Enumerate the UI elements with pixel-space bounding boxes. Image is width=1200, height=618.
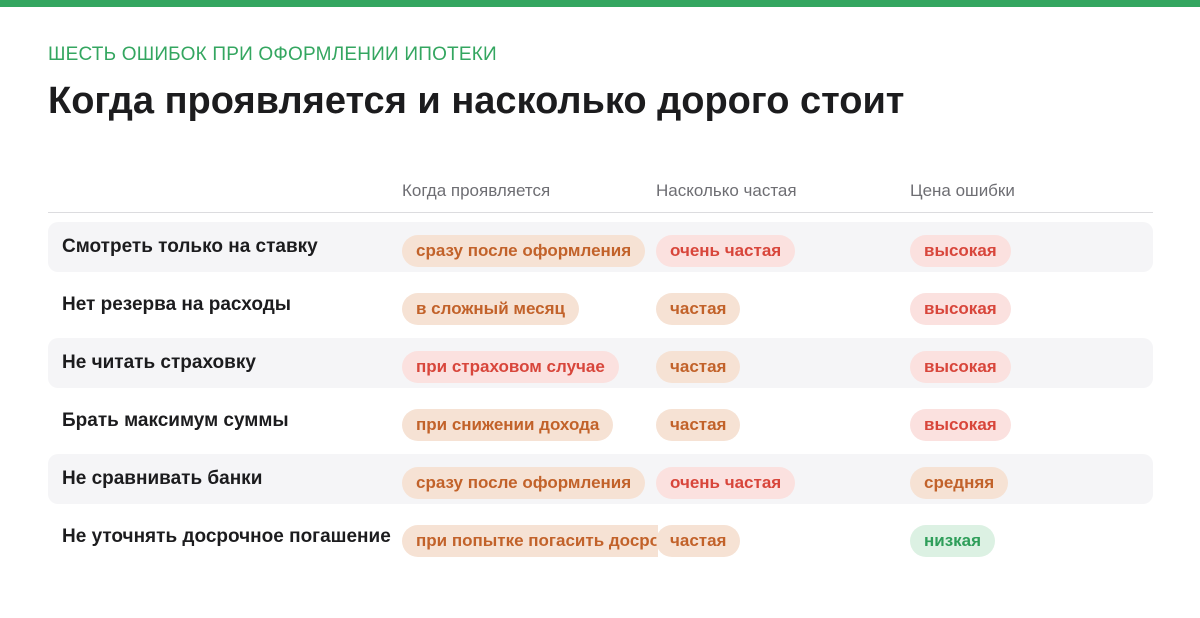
column-header-cost: Цена ошибки bbox=[910, 181, 1015, 200]
when-badge: сразу после оформления bbox=[402, 235, 646, 267]
header-divider bbox=[48, 212, 1153, 213]
page-title: Когда проявляется и насколько дорого сто… bbox=[48, 80, 905, 122]
frequency-badge: частая bbox=[656, 409, 741, 441]
when-badge: при страховом случае bbox=[402, 351, 619, 383]
cost-badge: высокая bbox=[910, 351, 1011, 383]
table-row: Не читать страховку при страховом случае… bbox=[48, 338, 1153, 388]
cost-badge: средняя bbox=[910, 467, 1009, 499]
table-row: Брать максимум суммы при снижении дохода… bbox=[48, 396, 1153, 446]
frequency-badge: очень частая bbox=[656, 235, 796, 267]
column-header-when: Когда проявляется bbox=[402, 181, 551, 200]
frequency-badge: очень частая bbox=[656, 467, 796, 499]
frequency-badge: частая bbox=[656, 525, 741, 557]
when-badge: при попытке погасить досрочно bbox=[402, 525, 658, 557]
row-label: Нет резерва на расходы bbox=[62, 294, 291, 315]
frequency-badge: частая bbox=[656, 293, 741, 325]
frequency-badge: частая bbox=[656, 351, 741, 383]
when-badge: сразу после оформления bbox=[402, 467, 646, 499]
table-row: Нет резерва на расходы в сложный месяц ч… bbox=[48, 280, 1153, 330]
top-accent-bar bbox=[0, 0, 1200, 7]
row-label: Смотреть только на ставку bbox=[62, 236, 318, 257]
row-label: Брать максимум суммы bbox=[62, 410, 289, 431]
table-row: Смотреть только на ставку сразу после оф… bbox=[48, 222, 1153, 272]
table-row: Не уточнять досрочное погашение при попы… bbox=[48, 512, 1153, 562]
cost-badge: высокая bbox=[910, 293, 1011, 325]
table-row: Не сравнивать банки сразу после оформлен… bbox=[48, 454, 1153, 504]
row-label: Не уточнять досрочное погашение bbox=[62, 526, 391, 547]
when-badge: в сложный месяц bbox=[402, 293, 580, 325]
row-label: Не читать страховку bbox=[62, 352, 256, 373]
when-badge: при снижении дохода bbox=[402, 409, 614, 441]
eyebrow-label: ШЕСТЬ ОШИБОК ПРИ ОФОРМЛЕНИИ ИПОТЕКИ bbox=[48, 44, 497, 65]
cost-badge: высокая bbox=[910, 235, 1011, 267]
row-label: Не сравнивать банки bbox=[62, 468, 263, 489]
cost-badge: высокая bbox=[910, 409, 1011, 441]
column-header-frequency: Насколько частая bbox=[656, 181, 797, 200]
cost-badge: низкая bbox=[910, 525, 996, 557]
